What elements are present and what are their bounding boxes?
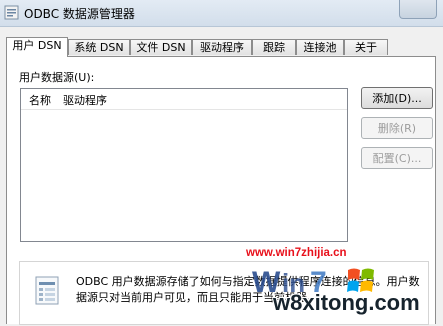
configure-button[interactable]: 配置(C)... bbox=[361, 147, 433, 169]
tab-file-dsn[interactable]: 文件 DSN bbox=[130, 39, 192, 55]
tab-connection-pooling[interactable]: 连接池 bbox=[296, 39, 344, 55]
tab-drivers[interactable]: 驱动程序 bbox=[192, 39, 252, 55]
column-header-driver[interactable]: 驱动程序 bbox=[63, 92, 107, 108]
data-source-info-icon bbox=[35, 276, 59, 305]
close-button[interactable] bbox=[399, 0, 437, 19]
tab-user-dsn[interactable]: 用户 DSN bbox=[6, 37, 68, 57]
tab-system-dsn[interactable]: 系统 DSN bbox=[68, 39, 130, 55]
window-title: ODBC 数据源管理器 bbox=[24, 7, 135, 21]
user-data-sources-label: 用户数据源(U): bbox=[19, 71, 95, 84]
remove-button[interactable]: 删除(R) bbox=[361, 117, 433, 139]
title-bar: ODBC 数据源管理器 bbox=[0, 0, 443, 27]
column-header-name[interactable]: 名称 bbox=[29, 92, 51, 108]
watermark-site: w8xitong.com bbox=[273, 290, 420, 315]
tab-tracing[interactable]: 跟踪 bbox=[252, 39, 296, 55]
list-header: 名称 驱动程序 bbox=[21, 89, 347, 110]
add-button[interactable]: 添加(D)... bbox=[361, 87, 433, 109]
user-data-sources-list[interactable]: 名称 驱动程序 bbox=[20, 88, 348, 242]
odbc-app-icon bbox=[4, 5, 19, 20]
tab-strip: 用户 DSN 系统 DSN 文件 DSN 驱动程序 跟踪 连接池 关于 bbox=[6, 37, 438, 57]
tab-about[interactable]: 关于 bbox=[344, 39, 388, 55]
watermark-url: www.win7zhijia.cn bbox=[246, 247, 347, 259]
